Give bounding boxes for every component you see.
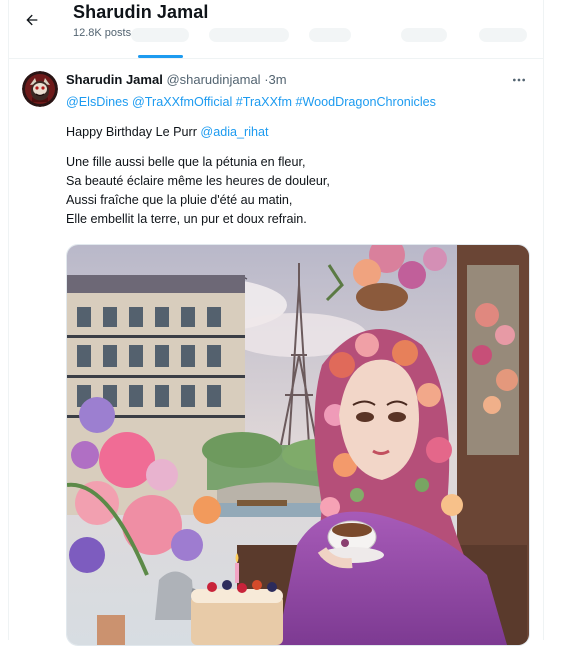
back-arrow-icon [26, 14, 38, 26]
tab-placeholder-2[interactable] [209, 28, 289, 42]
left-border [0, 0, 9, 640]
tab-placeholder-1[interactable] [131, 28, 189, 42]
tag-line: @ElsDines @TraXXfmOfficial #TraXXfm #Woo… [66, 93, 536, 112]
tweet-media-image[interactable] [66, 244, 530, 646]
tweet-text: @ElsDines @TraXXfmOfficial #TraXXfm #Woo… [66, 93, 536, 229]
author-handle[interactable]: @sharudinjamal [166, 72, 260, 87]
right-border [543, 0, 544, 640]
more-button[interactable] [509, 70, 529, 90]
birthday-text: Happy Birthday Le Purr [66, 125, 197, 139]
poem-line-1: Une fille aussi belle que la pétunia en … [66, 155, 306, 169]
more-horizontal-icon [513, 78, 525, 82]
mention-elsdines[interactable]: @ElsDines [66, 95, 128, 109]
poem-line-3: Aussi fraîche que la pluie d'été au mati… [66, 193, 293, 207]
tab-placeholder-3[interactable] [309, 28, 351, 42]
post-time[interactable]: 3m [269, 72, 287, 87]
author-name[interactable]: Sharudin Jamal [66, 72, 163, 87]
mention-traxxfmofficial[interactable]: @TraXXfmOfficial [132, 95, 232, 109]
profile-header: Sharudin Jamal 12.8K posts [9, 0, 543, 58]
avatar[interactable] [22, 71, 58, 107]
poem-line-2: Sa beauté éclaire même les heures de dou… [66, 174, 330, 188]
back-button[interactable] [21, 9, 43, 31]
tab-placeholder-5[interactable] [479, 28, 527, 42]
profile-title: Sharudin Jamal [73, 2, 209, 22]
poem-line-4: Elle embellit la terre, un pur et doux r… [66, 212, 307, 226]
avatar-image [22, 71, 58, 107]
header-divider [9, 58, 543, 59]
birthday-line: Happy Birthday Le Purr @adia_rihat [66, 123, 536, 142]
mention-adia-rihat[interactable]: @adia_rihat [200, 125, 268, 139]
posts-count: 12.8K posts [73, 27, 132, 39]
author-line: Sharudin Jamal @sharudinjamal ·3m [66, 72, 287, 87]
hashtag-wooddragonchronicles[interactable]: #WoodDragonChronicles [295, 95, 435, 109]
tab-placeholder-4[interactable] [401, 28, 447, 42]
hashtag-traxxfm[interactable]: #TraXXfm [236, 95, 292, 109]
media-illustration [67, 245, 529, 645]
